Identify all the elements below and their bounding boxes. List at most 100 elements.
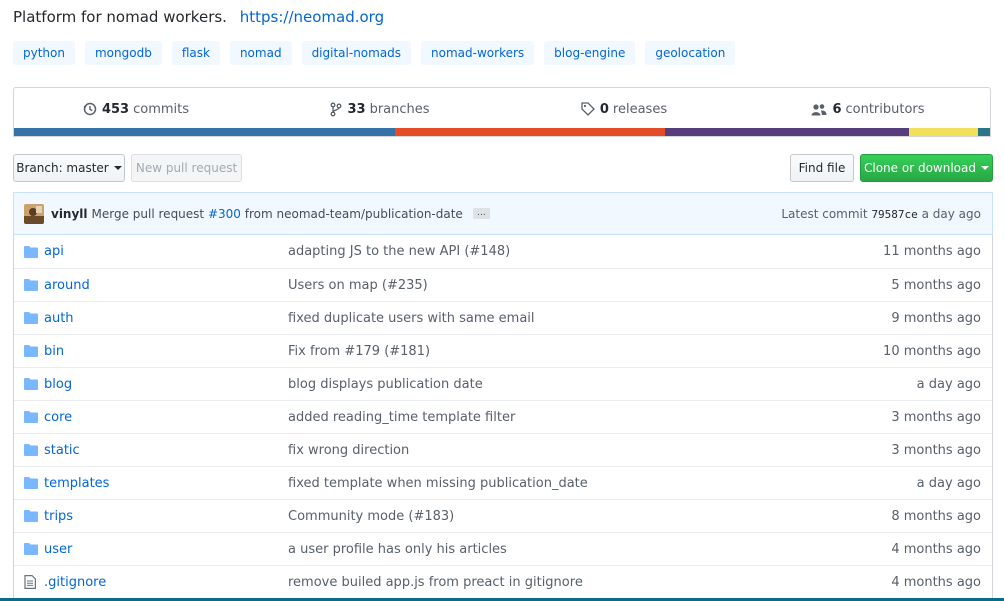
description-text: Platform for nomad workers.	[13, 8, 227, 26]
file-commit-age: 4 months ago	[891, 541, 981, 557]
avatar[interactable]	[24, 203, 44, 224]
table-row: bin Fix from #179 (#181) 10 months ago	[14, 334, 992, 367]
topic-tag[interactable]: nomad	[229, 41, 292, 65]
file-icon	[24, 575, 38, 589]
file-name-link[interactable]: auth	[44, 311, 288, 326]
file-commit-message[interactable]: Users on map (#235)	[288, 278, 841, 293]
branches-count: 33	[347, 101, 366, 117]
commit-author[interactable]: vinyll	[51, 207, 88, 221]
folder-icon	[24, 444, 38, 456]
releases-summary[interactable]: 0 releases	[502, 88, 746, 130]
file-commit-age: 10 months ago	[883, 343, 981, 359]
folder-icon	[24, 510, 38, 522]
commit-message-prefix: Merge pull request	[91, 206, 205, 221]
file-commit-message[interactable]: added reading_time template filter	[288, 410, 841, 425]
branch-icon	[330, 102, 342, 117]
file-name-link[interactable]: templates	[44, 476, 288, 491]
table-row: templates fixed template when missing pub…	[14, 466, 992, 499]
file-name-link[interactable]: bin	[44, 344, 288, 359]
file-commit-age: 11 months ago	[883, 244, 981, 259]
file-name-link[interactable]: static	[44, 443, 288, 458]
folder-icon	[24, 378, 38, 390]
contributors-summary[interactable]: 6 contributors	[746, 88, 990, 130]
commit-message-suffix: from neomad-team/publication-date	[244, 206, 463, 221]
file-commit-message[interactable]: blog displays publication date	[288, 377, 841, 392]
file-commit-age: 5 months ago	[891, 277, 981, 293]
topic-tag[interactable]: flask	[171, 41, 220, 65]
language-segment[interactable]	[14, 128, 395, 136]
file-commit-age: 3 months ago	[891, 409, 981, 425]
file-name-link[interactable]: .gitignore	[44, 575, 288, 590]
latest-commit-bar: vinyll Merge pull request #300 from neom…	[13, 192, 993, 235]
table-row: .gitignore remove builed app.js from prea…	[14, 565, 992, 598]
find-file-button[interactable]: Find file	[790, 154, 854, 182]
file-name-link[interactable]: core	[44, 410, 288, 425]
file-name-link[interactable]: trips	[44, 509, 288, 524]
table-row: api adapting JS to the new API (#148) 11 m…	[14, 235, 992, 268]
table-row: core added reading_time template filter 3 …	[14, 400, 992, 433]
contributors-count: 6	[832, 101, 842, 117]
topics-list: python mongodb flask nomad digital-nomad…	[13, 41, 745, 65]
language-segment[interactable]	[664, 128, 909, 136]
folder-icon	[24, 543, 38, 555]
language-bar[interactable]	[14, 128, 990, 136]
file-commit-message[interactable]: fix wrong direction	[288, 443, 841, 458]
file-commit-message[interactable]: remove builed app.js from preact in giti…	[288, 575, 841, 590]
clone-download-button[interactable]: Clone or download	[860, 154, 993, 182]
folder-icon	[24, 411, 38, 423]
new-pull-request-button[interactable]: New pull request	[131, 154, 242, 182]
branch-select-button[interactable]: Branch: master	[13, 154, 125, 182]
file-commit-message[interactable]: adapting JS to the new API (#148)	[288, 244, 841, 259]
people-icon	[811, 103, 827, 116]
file-commit-age: a day ago	[916, 475, 981, 491]
topic-tag[interactable]: python	[13, 41, 75, 65]
releases-label: releases	[612, 101, 668, 117]
contributors-label: contributors	[845, 101, 925, 117]
topic-tag[interactable]: geolocation	[645, 41, 736, 65]
topic-tag[interactable]: mongodb	[84, 41, 162, 65]
folder-icon	[24, 345, 38, 357]
table-row: auth fixed duplicate users with same emai…	[14, 301, 992, 334]
table-row: blog blog displays publication date a day …	[14, 367, 992, 400]
history-icon	[83, 102, 97, 116]
folder-icon	[24, 312, 38, 324]
folder-icon	[24, 477, 38, 489]
file-commit-age: 3 months ago	[891, 442, 981, 458]
language-segment[interactable]	[908, 128, 979, 136]
latest-commit-info: Latest commit 79587ce a day ago	[781, 207, 981, 221]
commits-summary[interactable]: 453 commits	[14, 88, 258, 130]
repo-summary: 453 commits 33 branches 0 releases 6 con…	[13, 87, 991, 137]
commit-age: a day ago	[921, 206, 981, 221]
topic-tag[interactable]: blog-engine	[544, 41, 636, 65]
file-name-link[interactable]: blog	[44, 377, 288, 392]
branches-summary[interactable]: 33 branches	[258, 88, 502, 130]
file-list: api adapting JS to the new API (#148) 11 m…	[13, 235, 993, 599]
expand-commit-button[interactable]: …	[472, 208, 490, 219]
table-row: static fix wrong direction 3 months ago	[14, 433, 992, 466]
topic-tag[interactable]: digital-nomads	[301, 41, 412, 65]
file-commit-message[interactable]: Community mode (#183)	[288, 509, 841, 524]
branch-select-label: Branch: master	[16, 161, 109, 175]
file-commit-age: 8 months ago	[891, 508, 981, 524]
branches-label: branches	[369, 101, 430, 117]
commit-message[interactable]: Merge pull request #300 from neomad-team…	[92, 207, 463, 221]
file-name-link[interactable]: api	[44, 244, 288, 259]
file-name-link[interactable]: user	[44, 542, 288, 557]
file-commit-message[interactable]: fixed duplicate users with same email	[288, 311, 841, 326]
file-name-link[interactable]: around	[44, 278, 288, 293]
commit-sha-link[interactable]: 79587ce	[871, 208, 917, 221]
tag-icon	[581, 102, 595, 116]
file-commit-age: a day ago	[916, 376, 981, 392]
pull-request-link[interactable]: #300	[208, 207, 241, 221]
caret-down-icon	[113, 166, 122, 170]
website-link[interactable]: https://neomad.org	[240, 8, 384, 26]
file-commit-message[interactable]: fixed template when missing publication_…	[288, 476, 841, 491]
table-row: trips Community mode (#183) 8 months ago	[14, 499, 992, 532]
file-commit-message[interactable]: Fix from #179 (#181)	[288, 344, 841, 359]
topic-tag[interactable]: nomad-workers	[421, 41, 535, 65]
releases-count: 0	[599, 101, 609, 117]
clone-download-label: Clone or download	[864, 161, 976, 175]
file-commit-message[interactable]: a user profile has only his articles	[288, 542, 841, 557]
language-segment[interactable]	[394, 128, 665, 136]
language-segment[interactable]	[978, 128, 990, 136]
